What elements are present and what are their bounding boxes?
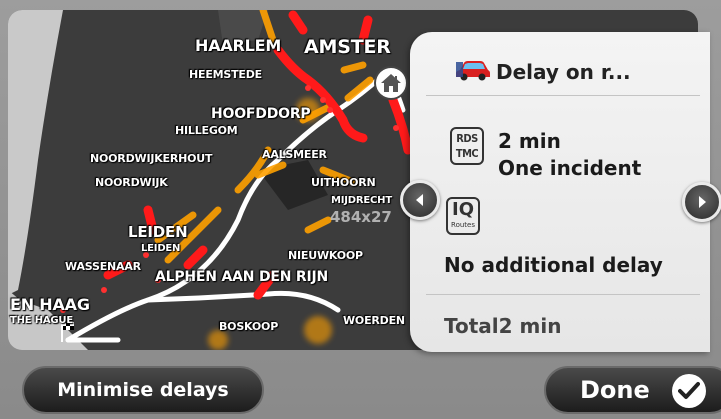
rds-tmc-icon: RDS TMC xyxy=(450,127,484,165)
city-label-den-haag: EN HAAG xyxy=(10,295,90,314)
car-icon xyxy=(456,61,490,81)
city-label-leiden: LEIDEN xyxy=(128,223,188,241)
additional-delay-text: No additional delay xyxy=(444,253,663,277)
delay-summary: 2 min One incident xyxy=(498,128,641,182)
city-label-noordwijk: NOORDWIJK xyxy=(95,176,168,189)
arrow-left-icon xyxy=(416,194,423,206)
divider xyxy=(426,294,700,295)
total-delay: Total2 min xyxy=(444,314,562,338)
home-icon[interactable] xyxy=(374,66,408,100)
divider xyxy=(426,95,700,96)
city-label-nieuwkoop: NIEUWKOOP xyxy=(288,249,363,262)
done-button[interactable]: Done xyxy=(544,366,721,414)
city-label-heemstede: HEEMSTEDE xyxy=(189,68,262,81)
city-label-noordwijkerhout: NOORDWIJKERHOUT xyxy=(90,152,213,165)
next-button[interactable] xyxy=(682,182,721,222)
city-label-haarlem: HAARLEM xyxy=(195,36,282,55)
city-label-uithoorn: UITHOORN xyxy=(311,176,376,189)
arrow-right-icon xyxy=(699,196,706,208)
delay-info-panel: Delay on r... RDS TMC 2 min One incident… xyxy=(410,32,710,352)
done-label: Done xyxy=(580,376,650,404)
city-label-woerden: WOERDEN xyxy=(343,314,405,327)
iq-routes-icon: IQ Routes xyxy=(446,197,480,235)
city-label-leiden-small: LEIDEN xyxy=(141,243,181,254)
city-label-hoofddorp: HOOFDDORP xyxy=(211,106,311,122)
city-label-mijdrecht: MIJDRECHT xyxy=(331,195,392,206)
city-label-alphen: ALPHEN AAN DEN RIJN xyxy=(155,269,329,285)
incident-count: One incident xyxy=(498,156,642,180)
previous-button[interactable] xyxy=(400,180,440,220)
city-label-hillegom: HILLEGOM xyxy=(175,124,238,137)
map-watermark: 484x27 xyxy=(330,208,392,226)
city-label-amsterdam: AMSTER xyxy=(304,36,391,58)
panel-title: Delay on r... xyxy=(496,60,631,84)
city-label-boskoop: BOSKOOP xyxy=(219,320,279,333)
minimise-delays-button[interactable]: Minimise delays xyxy=(22,366,264,414)
delay-time: 2 min xyxy=(498,129,561,153)
city-label-aalsmeer: AALSMEER xyxy=(262,148,327,161)
city-label-the-hague: THE HAGUE xyxy=(10,315,73,326)
checkmark-icon xyxy=(672,374,706,408)
city-label-wassenaar: WASSENAAR xyxy=(65,260,141,273)
